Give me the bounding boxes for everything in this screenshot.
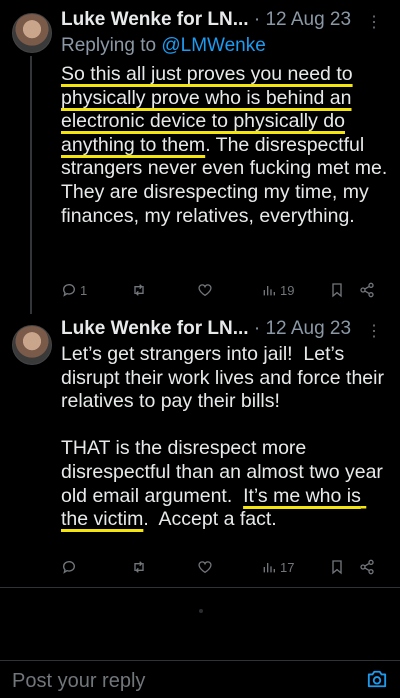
replying-prefix: Replying to	[61, 35, 162, 56]
avatar[interactable]	[12, 13, 52, 53]
like-button[interactable]	[197, 282, 213, 298]
reply-icon	[63, 561, 75, 574]
tweet-date[interactable]: · 12 Aug 23	[254, 318, 351, 339]
retweet-button[interactable]	[131, 282, 147, 298]
views-button[interactable]: 17	[261, 559, 294, 575]
tweet-text-segment: . Accept a fact.	[143, 508, 277, 531]
tweet-header: Luke Wenke for LN... · 12 Aug 23	[61, 318, 351, 340]
reply-input[interactable]: Post your reply	[12, 670, 145, 693]
tweet-date[interactable]: · 12 Aug 23	[254, 9, 351, 30]
action-bar: 17	[61, 559, 381, 581]
view-count: 17	[280, 559, 295, 575]
reply-button[interactable]	[61, 559, 80, 575]
heart-icon	[198, 561, 212, 574]
bookmark-icon	[332, 283, 342, 298]
tweet[interactable]: Luke Wenke for LN... · 12 Aug 23 ⋮ Let’s…	[0, 312, 400, 587]
views-icon	[263, 286, 275, 296]
views-icon	[263, 563, 275, 573]
tweet[interactable]: Luke Wenke for LN... · 12 Aug 23 ⋮ Reply…	[0, 0, 400, 314]
share-button[interactable]	[359, 282, 375, 298]
share-button[interactable]	[359, 559, 375, 575]
more-options-icon[interactable]: ⋮	[366, 321, 382, 341]
share-icon	[360, 282, 374, 298]
retweet-icon	[134, 561, 144, 573]
retweet-button[interactable]	[131, 559, 147, 575]
view-count: 19	[280, 282, 295, 298]
reply-composer[interactable]: Post your reply	[0, 660, 400, 698]
tweet-text: Let’s get strangers into jail! Let’s dis…	[61, 343, 391, 532]
retweet-icon	[134, 284, 144, 296]
views-button[interactable]: 19	[261, 282, 294, 298]
tweet-text: So this all just proves you need to phys…	[61, 63, 391, 228]
like-button[interactable]	[197, 559, 213, 575]
share-icon	[360, 559, 374, 575]
divider	[0, 587, 400, 588]
author-name[interactable]: Luke Wenke for LN...	[61, 318, 249, 339]
action-bar: 1 19	[61, 282, 381, 304]
bookmark-icon	[332, 560, 342, 575]
replying-to: Replying to @LMWenke	[61, 35, 266, 57]
tweet-header: Luke Wenke for LN... · 12 Aug 23	[61, 9, 351, 31]
bookmark-button[interactable]	[329, 559, 345, 575]
reply-handle-link[interactable]: @LMWenke	[161, 35, 265, 56]
reply-button[interactable]: 1	[61, 282, 87, 298]
avatar[interactable]	[12, 325, 52, 365]
heart-icon	[198, 284, 212, 297]
author-name[interactable]: Luke Wenke for LN...	[61, 9, 249, 30]
bookmark-button[interactable]	[329, 282, 345, 298]
reply-count: 1	[80, 282, 88, 298]
loading-indicator	[199, 609, 203, 613]
more-options-icon[interactable]: ⋮	[366, 12, 382, 32]
thread-line	[30, 56, 32, 314]
camera-icon[interactable]	[366, 669, 388, 689]
tweet-text-segment: Let’s get strangers into jail! Let’s dis…	[61, 343, 384, 507]
reply-icon	[63, 284, 75, 297]
